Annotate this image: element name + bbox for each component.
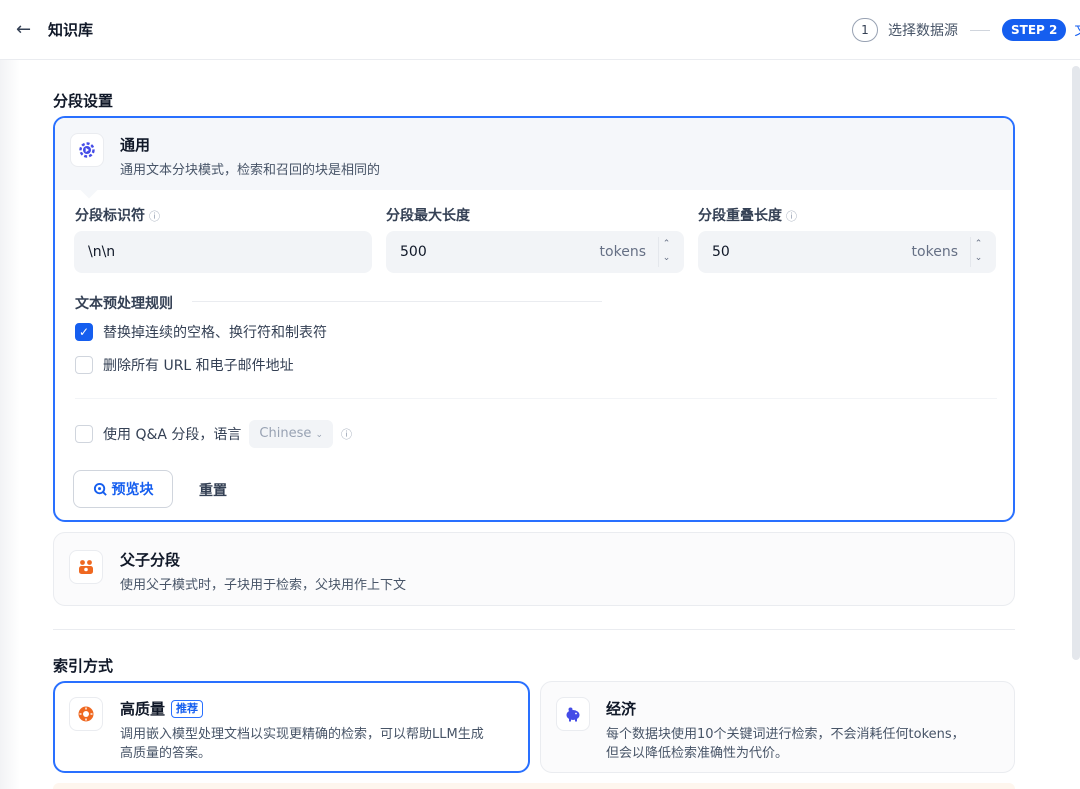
parent-child-icon bbox=[69, 550, 103, 584]
left-shadow bbox=[0, 60, 20, 789]
search-icon bbox=[93, 482, 107, 496]
step-1-number: 1 bbox=[852, 18, 878, 42]
max-length-unit: tokens bbox=[599, 244, 646, 260]
scrollbar[interactable] bbox=[1072, 66, 1080, 660]
qa-label: 使用 Q&A 分段，语言 bbox=[103, 427, 242, 443]
divider bbox=[192, 301, 602, 302]
language-select[interactable]: Chinese ⌄ bbox=[249, 420, 334, 448]
top-bar: ← 知识库 1 选择数据源 STEP 2 文 bbox=[0, 0, 1080, 60]
high-quality-card[interactable]: 高质量 推荐 调用嵌入模型处理文档以实现更精确的检索，可以帮助LLM生成 高质量的… bbox=[53, 681, 530, 773]
overlap-unit: tokens bbox=[911, 244, 958, 260]
number-stepper[interactable]: ⌃ ⌄ bbox=[970, 237, 986, 267]
general-title: 通用 bbox=[120, 136, 151, 154]
step-2-badge: STEP 2 bbox=[1002, 19, 1067, 41]
economy-desc-1: 每个数据块使用10个关键词进行检索，不会消耗任何tokens， bbox=[606, 727, 965, 742]
divider bbox=[75, 398, 997, 399]
stepper-nav: 1 选择数据源 STEP 2 文 bbox=[852, 18, 1080, 42]
help-icon[interactable]: ⓘ bbox=[341, 426, 352, 442]
overlap-label: 分段重叠长度 ⓘ bbox=[698, 208, 797, 224]
preview-button[interactable]: 预览块 bbox=[73, 470, 173, 508]
high-quality-desc-1: 调用嵌入模型处理文档以实现更精确的检索，可以帮助LLM生成 bbox=[120, 727, 484, 742]
next-card-edge bbox=[53, 783, 1015, 789]
segment-section-title: 分段设置 bbox=[53, 92, 114, 110]
high-quality-title: 高质量 推荐 bbox=[120, 698, 204, 719]
page-title: 知识库 bbox=[48, 21, 94, 39]
general-card-header: 通用 通用文本分块模式，检索和召回的块是相同的 bbox=[55, 118, 1013, 190]
chevron-down-icon: ⌄ bbox=[315, 430, 324, 440]
checkbox-empty[interactable] bbox=[75, 356, 93, 374]
separator-label: 分段标识符 ⓘ bbox=[75, 208, 160, 224]
rule-replace-whitespace[interactable]: ✓ 替换掉连续的空格、换行符和制表符 bbox=[75, 322, 327, 342]
back-arrow-icon[interactable]: ← bbox=[16, 18, 36, 42]
parent-child-card[interactable]: 父子分段 使用父子模式时，子块用于检索，父块用作上下文 bbox=[53, 532, 1015, 606]
economy-title: 经济 bbox=[606, 700, 637, 718]
rule-remove-urls[interactable]: 删除所有 URL 和电子邮件地址 bbox=[75, 355, 294, 375]
separator-input[interactable]: \n\n bbox=[74, 231, 372, 273]
piggy-bank-icon bbox=[556, 697, 590, 731]
general-desc: 通用文本分块模式，检索和召回的块是相同的 bbox=[120, 163, 381, 178]
economy-card[interactable]: 经济 每个数据块使用10个关键词进行检索，不会消耗任何tokens， 但会以降低… bbox=[540, 681, 1015, 773]
help-icon[interactable]: ⓘ bbox=[786, 210, 797, 223]
number-stepper[interactable]: ⌃ ⌄ bbox=[658, 237, 674, 267]
parent-child-title: 父子分段 bbox=[120, 551, 181, 569]
reset-button[interactable]: 重置 bbox=[199, 480, 227, 500]
step-2-label: 文 bbox=[1074, 20, 1080, 40]
sun-icon bbox=[69, 697, 103, 731]
help-icon[interactable]: ⓘ bbox=[149, 210, 160, 223]
max-length-label: 分段最大长度 bbox=[386, 208, 470, 224]
gear-icon bbox=[70, 133, 104, 167]
rule-remove-label: 删除所有 URL 和电子邮件地址 bbox=[103, 358, 294, 374]
economy-desc-2: 但会以降低检索准确性为代价。 bbox=[606, 746, 789, 761]
index-section-title: 索引方式 bbox=[53, 657, 114, 675]
check-icon[interactable]: ✓ bbox=[75, 323, 93, 341]
general-mode-card[interactable]: 通用 通用文本分块模式，检索和召回的块是相同的 分段标识符 ⓘ 分段最大长度 分段… bbox=[53, 116, 1015, 522]
rule-replace-label: 替换掉连续的空格、换行符和制表符 bbox=[103, 325, 327, 341]
qa-segment-option[interactable]: 使用 Q&A 分段，语言 Chinese ⌄ ⓘ bbox=[75, 420, 352, 448]
high-quality-desc-2: 高质量的答案。 bbox=[120, 746, 212, 761]
divider bbox=[53, 629, 1015, 630]
overlap-input[interactable]: 50 tokens ⌃ ⌄ bbox=[698, 231, 996, 273]
parent-child-desc: 使用父子模式时，子块用于检索，父块用作上下文 bbox=[120, 578, 407, 593]
checkbox-empty[interactable] bbox=[75, 425, 93, 443]
step-connector bbox=[970, 29, 990, 31]
max-length-input[interactable]: 500 tokens ⌃ ⌄ bbox=[386, 231, 684, 273]
preprocess-title: 文本预处理规则 bbox=[75, 296, 173, 312]
step-1-label: 选择数据源 bbox=[888, 23, 958, 39]
recommended-badge: 推荐 bbox=[171, 700, 204, 718]
